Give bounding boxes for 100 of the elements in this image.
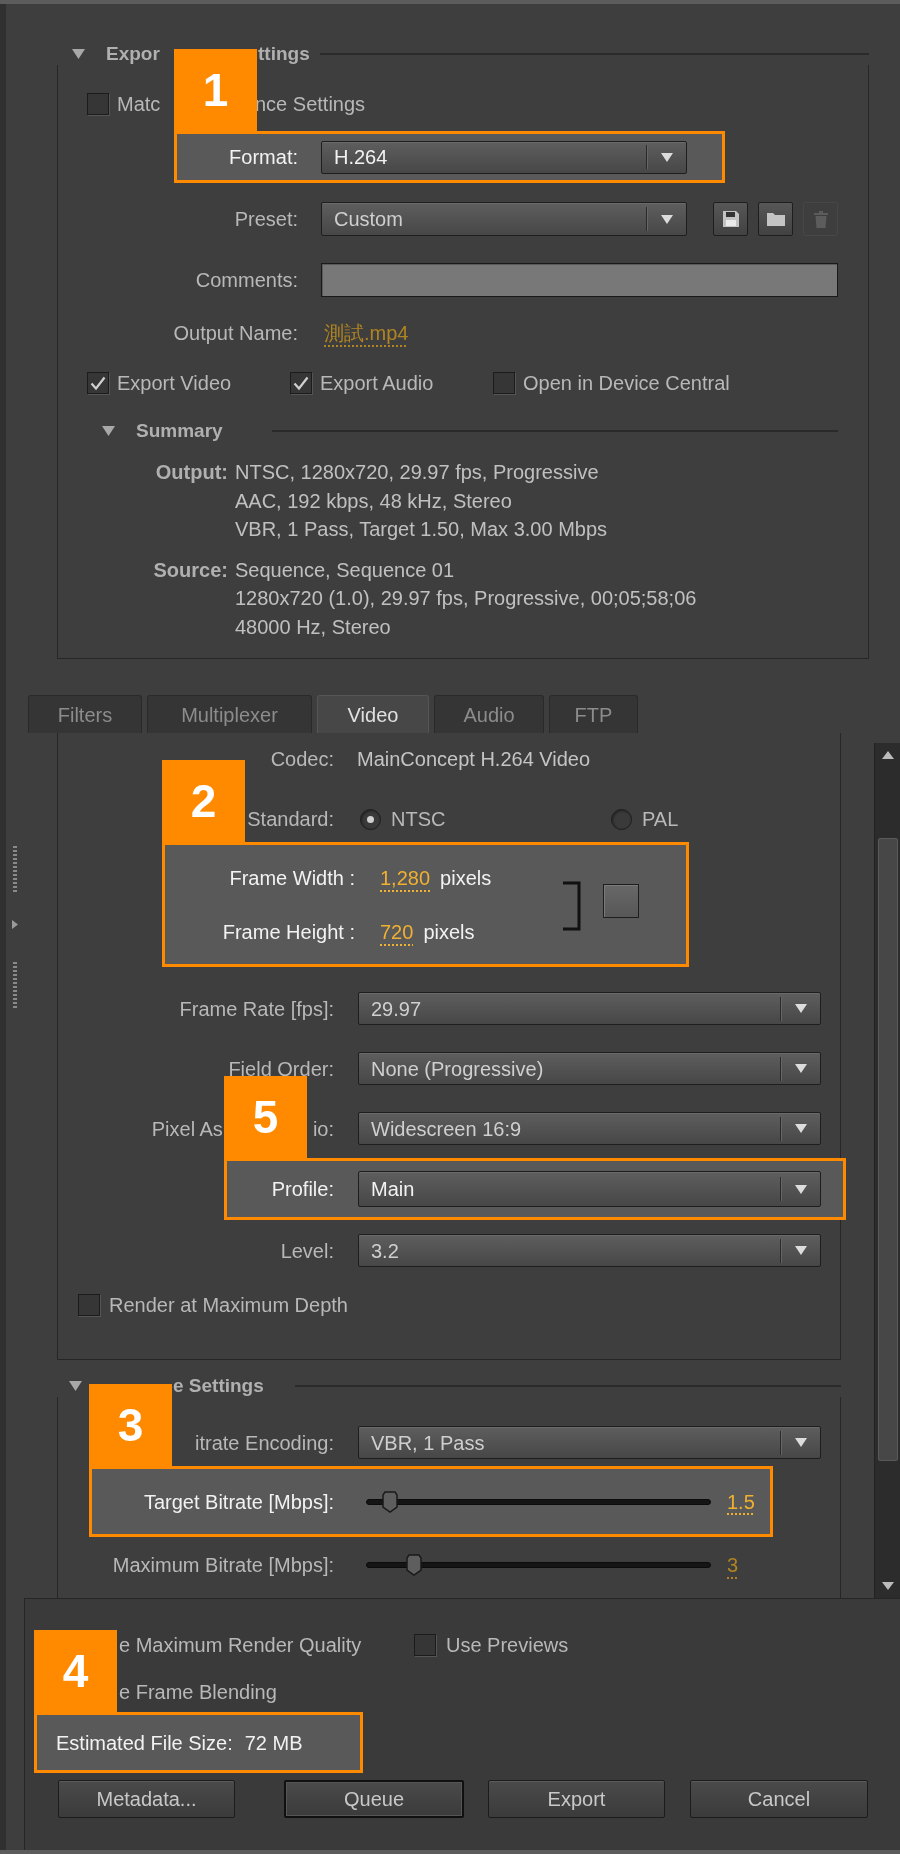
editable-value[interactable]: 3 [727,1553,739,1577]
slider-track[interactable] [366,1490,711,1513]
checkbox-label: Export Audio [320,371,434,395]
vertical-scrollbar[interactable] [874,743,900,1598]
checkbox[interactable] [87,93,109,115]
field-label: io: [312,1116,334,1141]
scroll-up-arrow-icon[interactable] [881,751,894,759]
field-label: itrate Encoding: [195,1430,334,1455]
dropdown[interactable]: H.264 [321,140,687,174]
summary-text: 1280x720 (1.0), 29.97 fps, Progressive, 00;05;58;06 [235,586,697,611]
button[interactable]: Export [488,1780,665,1818]
dropdown[interactable]: None (Progressive) [358,1052,821,1085]
toggle-button[interactable] [603,884,639,918]
field-label: Output Name: [173,321,298,345]
checkbox-label: Export Video [117,371,232,395]
dropdown-arrow-icon[interactable] [661,152,673,162]
folder-icon[interactable] [765,211,786,227]
button[interactable]: Cancel [690,1780,868,1818]
tab[interactable]: Filters [28,695,142,733]
checkmark-icon [293,375,309,391]
open-button[interactable] [758,202,793,236]
codec-value: MainConcept H.264 Video [357,747,591,771]
dropdown[interactable]: Custom [321,202,687,236]
slider-track[interactable] [366,1554,711,1576]
callout-badge: 5 [224,1076,307,1161]
tab[interactable]: Video [317,695,429,733]
unit-label: pixels [423,920,475,944]
summary-text: AAC, 192 kbps, 48 kHz, Stereo [235,488,513,514]
dropdown[interactable]: 29.97 [358,992,821,1025]
tab[interactable]: Audio [434,695,544,733]
radio-label: PAL [642,807,679,831]
field-label: Profile: [271,1177,334,1201]
field-label: Frame Height : [222,920,355,944]
summary-label: Output: [155,460,228,485]
tab[interactable]: Multiplexer [147,695,312,733]
summary-label: Source: [153,557,228,583]
section-title: Summary [136,419,223,443]
expanded-triangle-icon[interactable] [102,426,115,436]
button[interactable]: Metadata... [58,1780,235,1818]
callout-badge: 1 [174,49,257,134]
dropdown-arrow-icon[interactable] [795,1184,807,1194]
file-size-value: 72 MB [244,1730,303,1755]
dropdown-arrow-icon[interactable] [795,1124,807,1133]
summary-text: Sequence, Sequence 01 [235,557,456,583]
tab[interactable]: FTP [549,695,638,733]
button[interactable]: Queue [284,1780,464,1818]
text-field[interactable] [321,263,838,297]
dropdown-arrow-icon[interactable] [795,1064,807,1073]
summary-text: VBR, 1 Pass, Target 1.50, Max 3.00 Mbps [235,517,608,542]
checkbox[interactable] [414,1634,436,1656]
checkbox-label: e Frame Blending [119,1680,277,1704]
radio-button[interactable] [611,808,632,830]
radio-label: NTSC [391,807,446,831]
field-label: Standard: [247,807,334,831]
checkbox-label: Open in Device Central [523,371,730,395]
checkbox-label: e Maximum Render Quality [119,1633,362,1657]
checkbox[interactable] [78,1294,100,1316]
editable-value[interactable]: 1,280 [380,866,431,890]
field-label: Frame Rate [fps]: [179,996,334,1021]
editable-value[interactable]: 測試.mp4 [324,321,409,345]
expanded-triangle-icon[interactable] [72,49,85,59]
expanded-triangle-icon[interactable] [69,1381,82,1391]
grip-handle-icon[interactable] [13,846,17,892]
save-button[interactable] [713,202,748,236]
bracket-icon [561,881,582,931]
field-label: Target Bitrate [Mbps]: [143,1489,334,1514]
radio-button[interactable] [360,808,381,830]
dropdown[interactable]: Main [358,1171,821,1207]
checkbox[interactable] [87,372,109,394]
section-title: e Settings [173,1374,264,1398]
scrollbar-thumb[interactable] [877,838,898,1461]
editable-value[interactable]: 1.5 [727,1489,755,1514]
summary-text: NTSC, 1280x720, 29.97 fps, Progressive [235,460,600,485]
slider-thumb[interactable] [406,1554,423,1576]
caret-right-icon[interactable] [12,920,18,929]
dropdown[interactable]: VBR, 1 Pass [358,1426,821,1459]
checkbox[interactable] [290,372,312,394]
callout-badge: 4 [34,1630,117,1715]
dropdown-arrow-icon[interactable] [795,1438,807,1447]
field-label: Maximum Bitrate [Mbps]: [112,1553,334,1577]
checkbox-label: Render at Maximum Depth [109,1293,348,1317]
editable-value[interactable]: 720 [380,920,414,944]
checkbox[interactable] [493,372,515,394]
field-label: Pixel As [151,1116,223,1141]
field-label: Level: [280,1238,334,1263]
slider-thumb[interactable] [382,1490,399,1513]
dropdown[interactable]: 3.2 [358,1234,821,1267]
callout-badge: 2 [162,760,245,845]
checkbox-label: Use Previews [446,1633,569,1657]
scroll-down-arrow-icon[interactable] [881,1582,894,1590]
dropdown[interactable]: Widescreen 16:9 [358,1112,821,1145]
field-label: Frame Width : [229,866,355,890]
field-label: Format: [229,145,298,169]
dropdown-arrow-icon[interactable] [795,1246,807,1255]
file-size-label: Estimated File Size: [56,1730,233,1755]
grip-handle-icon[interactable] [13,962,17,1008]
dropdown-arrow-icon[interactable] [661,214,673,224]
checkbox-label: Matc [117,92,161,116]
dropdown-arrow-icon[interactable] [795,1004,807,1013]
summary-text: 48000 Hz, Stereo [235,614,392,640]
